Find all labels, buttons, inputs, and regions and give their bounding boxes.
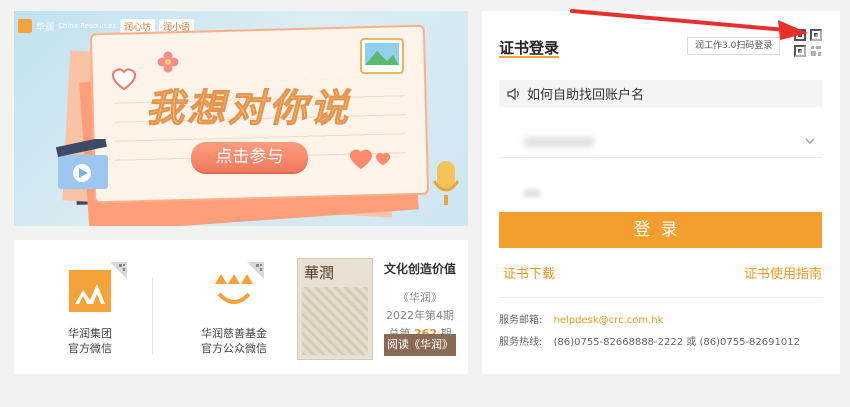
china-resources-logo-icon [69,270,111,312]
password-field[interactable] [499,181,822,207]
magazine-issue: 2022年第4期 [386,309,454,322]
annotation-arrow-icon [570,9,808,40]
wechat-item-group[interactable]: 华润集团 官方微信 [50,240,130,356]
china-resources-logo-icon [18,19,32,33]
qr-code-icon[interactable] [110,262,127,279]
recover-account-text: 如何自助找回账户名 [527,88,645,103]
login-panel: 证书登录 润工作3.0扫码登录 如何自助找回账户名 登录 证书下载 证书使用指南… [482,11,840,374]
magazine-cover-art [302,287,368,355]
password-value-blurred [524,189,540,197]
cert-guide-link[interactable]: 证书使用指南 [744,263,822,282]
magazine-info: 文化创造价值 《华润》 2022年第4期 总第 262 期 [381,260,459,341]
service-phone-value: (86)0755-82668888-2222 或 (86)0755-826910… [553,337,800,348]
heart-icon [111,68,137,91]
promo-banner[interactable]: 华润 China Resources 润心坊 润小语 我想对你说 点击参与 [14,11,468,226]
magazine-title: 文化创造价值 [383,262,456,276]
join-button[interactable]: 点击参与 [191,142,308,172]
flower-icon [157,51,179,73]
divider [499,297,822,298]
login-title: 证书登录 [499,39,560,57]
chevron-down-icon [805,138,815,144]
service-phone-row: 服务热线: (86)0755-82668888-2222 或 (86)0755-… [499,333,800,348]
wechat-panel: 华润集团 官方微信 华润慈善基金 官方公众微信 華潤 文化创造价值 《华润》 2… [14,240,468,374]
login-button[interactable]: 登录 [499,212,822,248]
banner-title: 我想对你说 [145,86,352,131]
service-email-link[interactable]: helpdesk@crc.com.hk [554,315,664,326]
title-underline [499,56,559,58]
wechat-item-charity[interactable]: 华润慈善基金 官方公众微信 [184,240,284,356]
certificate-value-blurred [524,137,594,147]
logo-name: 华润 [36,22,55,33]
service-email-label: 服务邮箱: [499,315,543,326]
heart-icon [375,152,391,166]
heart-icon [349,149,373,169]
clapperboard-icon [55,139,108,189]
read-magazine-button[interactable]: 阅读《华润》 [384,334,456,356]
service-email-row: 服务邮箱: helpdesk@crc.com.hk [499,311,663,326]
magazine-cover[interactable]: 華潤 [297,258,373,360]
divider [152,278,153,354]
certificate-select[interactable] [499,126,822,158]
logo-sub: China Resources [58,21,116,30]
cert-download-link[interactable]: 证书下载 [503,263,555,282]
microphone-icon [432,161,460,205]
magazine-name: 《华润》 [398,291,442,304]
wechat-item-line2: 官方微信 [68,342,112,355]
photo-icon [360,38,404,74]
wechat-item-line1: 华润慈善基金 [201,327,267,340]
wechat-item-line1: 华润集团 [68,327,112,340]
magazine-cover-head: 華潤 [304,264,335,282]
recover-account-notice[interactable]: 如何自助找回账户名 [499,80,822,107]
qr-code-icon[interactable] [247,262,264,279]
service-phone-label: 服务热线: [499,337,543,348]
wechat-item-line2: 官方公众微信 [201,342,267,355]
speaker-icon [507,87,519,100]
